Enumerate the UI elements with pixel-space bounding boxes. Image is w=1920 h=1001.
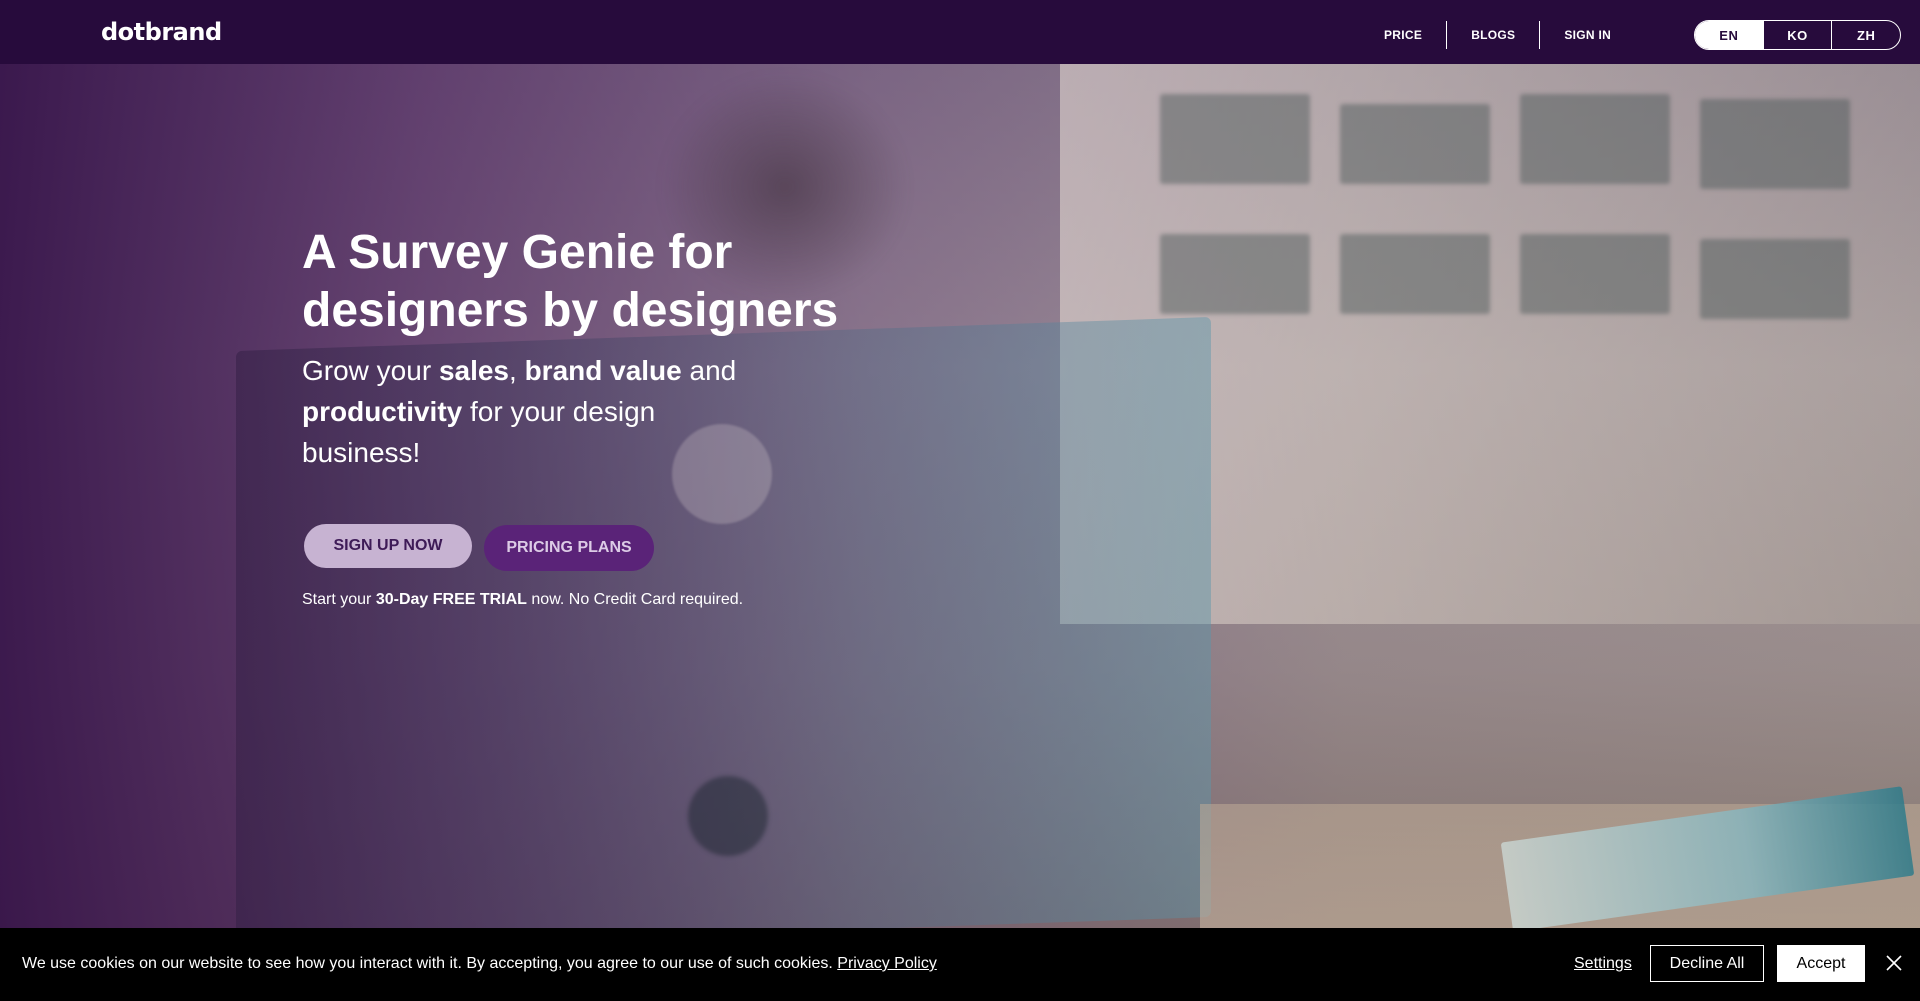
hero-section: A Survey Genie for designers by designer…	[0, 64, 1920, 928]
privacy-policy-link[interactable]: Privacy Policy	[837, 955, 937, 972]
hero-background-sticker	[688, 776, 768, 856]
nav-divider	[1446, 21, 1448, 49]
decline-all-button[interactable]: Decline All	[1650, 945, 1764, 982]
top-navigation: dotbrand PRICE BLOGS SIGN IN EN KO ZH	[0, 0, 1920, 64]
language-switcher: EN KO ZH	[1694, 20, 1901, 50]
hero-buttons: SIGN UP NOW PRICING PLANS	[302, 521, 902, 571]
cookie-message: We use cookies on our website to see how…	[22, 955, 937, 972]
language-zh-button[interactable]: ZH	[1831, 21, 1900, 49]
nav-links: PRICE BLOGS SIGN IN	[1384, 21, 1611, 49]
hero-title: A Survey Genie for designers by designer…	[302, 226, 839, 337]
nav-link-price[interactable]: PRICE	[1384, 28, 1422, 42]
language-en-button[interactable]: EN	[1695, 21, 1763, 49]
nav-link-sign-in[interactable]: SIGN IN	[1564, 28, 1611, 42]
accept-button[interactable]: Accept	[1777, 945, 1865, 982]
cookie-consent-bar: We use cookies on our website to see how…	[0, 928, 1920, 1001]
sign-up-now-button[interactable]: SIGN UP NOW	[304, 524, 472, 568]
pricing-plans-button[interactable]: PRICING PLANS	[484, 525, 654, 571]
hero-content: A Survey Genie for designers by designer…	[302, 224, 902, 609]
cookie-settings-link[interactable]: Settings	[1574, 955, 1632, 973]
nav-divider	[1539, 21, 1541, 49]
nav-link-blogs[interactable]: BLOGS	[1471, 28, 1515, 42]
free-trial-note: Start your 30-Day FREE TRIAL now. No Cre…	[302, 591, 744, 608]
brand-logo[interactable]: dotbrand	[101, 18, 222, 46]
language-ko-button[interactable]: KO	[1762, 21, 1832, 49]
hero-subtitle: Grow your sales, brand value and product…	[302, 355, 737, 468]
close-icon[interactable]	[1884, 953, 1904, 973]
